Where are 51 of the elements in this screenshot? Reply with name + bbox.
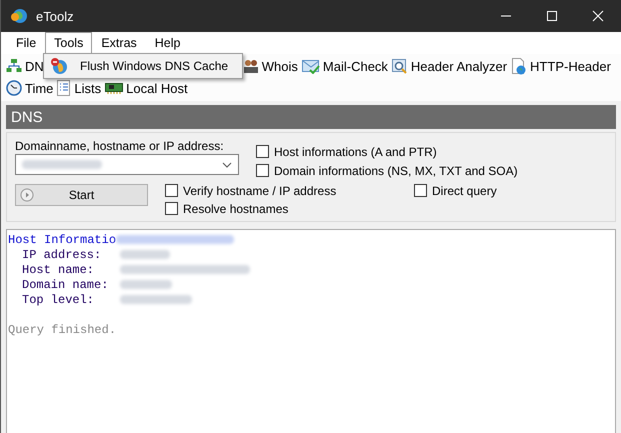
toolbar-button[interactable]: Whois [262, 58, 298, 74]
menu-item[interactable]: Extras [92, 32, 146, 54]
chevron-icon[interactable] [222, 162, 232, 168]
close-icon[interactable] [592, 10, 604, 22]
checkbox[interactable] [256, 145, 269, 158]
globe-icon [10, 7, 28, 25]
checkbox[interactable] [165, 184, 178, 197]
toolbar-button[interactable]: HTTP-Header [530, 58, 611, 74]
clock-icon[interactable] [6, 80, 22, 96]
blurred-text [120, 295, 192, 304]
option-label: Resolve hostnames [183, 202, 288, 216]
section-header: DNS [6, 105, 616, 129]
option-label: Verify hostname / IP address [183, 184, 336, 198]
blurred-text [120, 250, 170, 259]
option-label: Direct query [432, 184, 497, 198]
toolbar-button[interactable]: Mail-Check [322, 58, 388, 74]
output-label: IP address: [22, 248, 102, 262]
play-icon [20, 188, 34, 202]
people-icon[interactable] [242, 58, 259, 74]
toolbar-button[interactable]: DN [25, 58, 44, 74]
mail-icon[interactable] [302, 58, 320, 74]
output-label: Top level: [22, 292, 96, 306]
checkbox[interactable] [165, 202, 178, 215]
toolbar-button[interactable]: Time [25, 80, 54, 96]
menu-item[interactable]: File [7, 32, 46, 54]
output-heading: Host Informatio [8, 232, 116, 246]
field-label: Domainname, hostname or IP address: [15, 139, 225, 153]
network-card-icon[interactable] [105, 81, 124, 95]
status-text: Query finished. [8, 322, 116, 336]
host-combobox[interactable] [15, 154, 239, 175]
menu-item[interactable]: Tools [45, 32, 92, 54]
network-icon[interactable] [6, 58, 22, 74]
magnifier-icon[interactable] [392, 58, 408, 74]
toolbar-button[interactable]: Local Host [126, 80, 188, 96]
output-label: Host name: [22, 262, 96, 276]
toolbar-button[interactable]: Header Analyzer [410, 58, 508, 74]
globe-icon[interactable] [50, 57, 68, 75]
list-icon[interactable] [57, 80, 72, 96]
menu-item[interactable]: Help [146, 32, 190, 54]
menu-item[interactable]: Flush Windows DNS Cache [80, 59, 228, 73]
checkbox[interactable] [256, 164, 269, 177]
checkbox[interactable] [414, 184, 427, 197]
window-title: eToolz [36, 8, 74, 24]
start-button[interactable]: Start [15, 184, 148, 206]
maximize-icon[interactable] [546, 10, 558, 22]
option-label: Domain informations (NS, MX, TXT and SOA) [274, 164, 518, 178]
toolbar-button[interactable]: Lists [74, 80, 102, 96]
output-label: Domain name: [22, 278, 110, 292]
document-globe-icon[interactable] [511, 58, 528, 74]
option-label: Host informations (A and PTR) [274, 144, 437, 158]
blurred-text [120, 280, 172, 289]
